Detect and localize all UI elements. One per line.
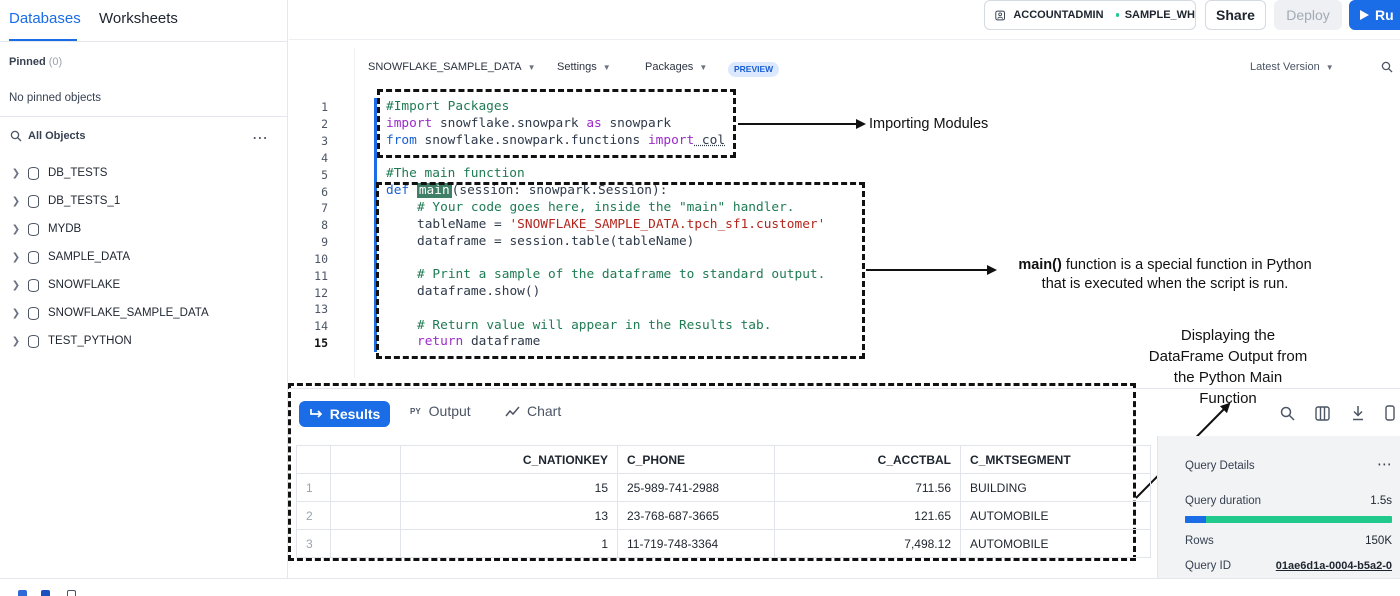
row-number: 3 [296, 529, 331, 558]
rows-label: Rows [1185, 535, 1214, 547]
layout-icon[interactable] [18, 590, 27, 596]
bottom-bar [0, 578, 1400, 596]
annotation-display-line: DataFrame Output from [1148, 348, 1308, 365]
table-cell [330, 529, 401, 558]
column-header[interactable]: C_MKTSEGMENT [960, 445, 1151, 474]
tab-chart-label: Chart [527, 403, 562, 419]
column-header[interactable]: C_ACCTBAL [774, 445, 961, 474]
annotation-dataframe-output: Displaying the DataFrame Output from the… [1127, 325, 1329, 409]
tab-chart[interactable]: Chart [505, 403, 561, 419]
table-row[interactable]: 1 15 25-989-741-2988 711.56 BUILDING [296, 473, 1151, 502]
column-header[interactable]: C_NATIONKEY [400, 445, 618, 474]
line-chart-icon [505, 406, 520, 416]
python-icon: PY [410, 406, 421, 416]
search-icon[interactable] [1280, 406, 1295, 421]
table-cell[interactable]: BUILDING [960, 473, 1151, 502]
query-duration-row: Query duration 1.5s [1185, 495, 1392, 507]
table-cell [330, 473, 401, 502]
query-id-link[interactable]: 01ae6d1a-0004-b5a2-0 [1276, 560, 1392, 572]
columns-icon[interactable] [1315, 406, 1330, 421]
annotation-main-bold: main() [1018, 257, 1062, 273]
rows-row: Rows 150K [1185, 535, 1392, 547]
query-duration-bar [1185, 516, 1392, 523]
annotation-main-text: function is a special function in Python [1061, 257, 1312, 273]
row-number-header [296, 445, 331, 474]
annotation-display-line: Function [1199, 390, 1257, 407]
table-cell[interactable]: AUTOMOBILE [960, 501, 1151, 530]
spacer-column-header [330, 445, 401, 474]
annotation-display-line: the Python Main [1173, 369, 1283, 386]
tab-results[interactable]: Results [299, 401, 390, 427]
table-cell[interactable]: 13 [400, 501, 618, 530]
query-id-row: Query ID 01ae6d1a-0004-b5a2-0 [1185, 560, 1392, 572]
rows-value: 150K [1365, 535, 1392, 547]
layout-icon[interactable] [41, 590, 50, 596]
table-cell[interactable]: 1 [400, 529, 618, 558]
annotation-display-line: Displaying the [1180, 327, 1276, 344]
layout-icon[interactable] [67, 590, 76, 596]
return-arrow-icon [309, 409, 322, 418]
tab-output-label: Output [428, 403, 471, 419]
download-icon[interactable] [1351, 405, 1365, 421]
row-number: 2 [296, 501, 331, 530]
query-details-title: Query Details [1185, 460, 1255, 472]
row-number: 1 [296, 473, 331, 502]
annotation-importing: Importing Modules [869, 116, 989, 132]
table-cell[interactable]: 121.65 [774, 501, 961, 530]
panel-toggle-icon[interactable] [1385, 405, 1395, 421]
table-cell[interactable]: 7,498.12 [774, 529, 961, 558]
table-cell[interactable]: AUTOMOBILE [960, 529, 1151, 558]
query-duration-bar-fill [1185, 516, 1206, 523]
tab-output[interactable]: PY Output [410, 403, 471, 419]
annotation-main-text-2: that is executed when the script is run. [1041, 276, 1289, 292]
query-id-label: Query ID [1185, 560, 1232, 572]
tab-results-label: Results [329, 406, 381, 422]
column-header[interactable]: C_PHONE [617, 445, 775, 474]
table-row[interactable]: 2 13 23-768-687-3665 121.65 AUTOMOBILE [296, 501, 1151, 530]
results-divider [289, 388, 1400, 389]
table-cell[interactable]: 711.56 [774, 473, 961, 502]
table-cell[interactable]: 11-719-748-3364 [617, 529, 775, 558]
table-cell[interactable]: 25-989-741-2988 [617, 473, 775, 502]
query-details-header: Query Details ⋯ [1185, 457, 1392, 472]
query-duration-value: 1.5s [1370, 495, 1392, 507]
query-duration-label: Query duration [1185, 495, 1262, 507]
table-cell [330, 501, 401, 530]
table-cell[interactable]: 15 [400, 473, 618, 502]
results-table: C_NATIONKEY C_PHONE C_ACCTBAL C_MKTSEGME… [296, 445, 1151, 558]
more-options-icon[interactable]: ⋯ [1377, 457, 1392, 472]
table-header-row: C_NATIONKEY C_PHONE C_ACCTBAL C_MKTSEGME… [296, 445, 1151, 474]
table-row[interactable]: 3 1 11-719-748-3364 7,498.12 AUTOMOBILE [296, 529, 1151, 558]
table-cell[interactable]: 23-768-687-3665 [617, 501, 775, 530]
annotation-main-function: main() function is a special function in… [1000, 256, 1330, 294]
